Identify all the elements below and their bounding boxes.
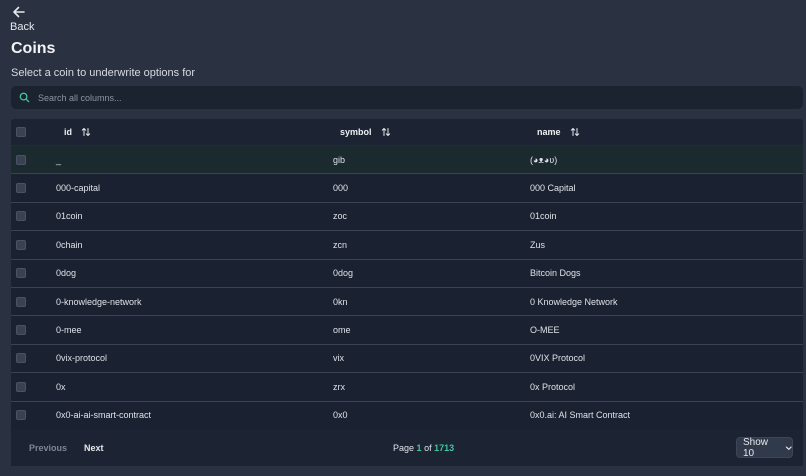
table-row[interactable]: 0-knowledge-network 0kn 0 Knowledge Netw… xyxy=(11,288,803,317)
cell-id: 0x xyxy=(56,381,66,392)
cell-symbol: 0dog xyxy=(333,268,354,279)
cell-name: (◕ᴥ◕ʋ) xyxy=(530,154,558,165)
row-checkbox[interactable] xyxy=(16,410,26,421)
column-header-name[interactable]: name xyxy=(537,127,580,137)
select-all-checkbox[interactable] xyxy=(16,127,26,137)
back-label: Back xyxy=(10,21,35,33)
cell-symbol: vix xyxy=(333,353,344,364)
page-of: of xyxy=(424,442,432,453)
table-row[interactable]: 0-mee ome O-MEE xyxy=(11,316,803,345)
cell-name: 0VIX Protocol xyxy=(530,353,586,364)
cell-id: 0dog xyxy=(56,268,77,279)
table-header: id symbol name xyxy=(11,119,803,146)
column-header-id-label: id xyxy=(64,127,72,137)
row-checkbox[interactable] xyxy=(16,353,26,364)
row-checkbox[interactable] xyxy=(16,211,26,222)
column-header-symbol[interactable]: symbol xyxy=(340,127,391,137)
cell-symbol: ome xyxy=(333,325,351,336)
column-header-name-label: name xyxy=(537,127,561,137)
cell-id: 000-capital xyxy=(56,183,101,194)
cell-symbol: zcn xyxy=(333,239,348,250)
row-checkbox[interactable] xyxy=(16,239,26,250)
cell-name: O-MEE xyxy=(530,325,560,336)
cell-name: 0x Protocol xyxy=(530,381,576,392)
arrow-left-icon xyxy=(13,6,25,18)
row-checkbox[interactable] xyxy=(16,268,26,279)
cell-id: 0x0-ai-ai-smart-contract xyxy=(56,410,152,421)
cell-id: 0vix-protocol xyxy=(56,353,108,364)
search-bar[interactable] xyxy=(11,86,803,109)
column-header-id[interactable]: id xyxy=(64,127,91,137)
cell-name: 0x0.ai: AI Smart Contract xyxy=(530,410,631,421)
cell-id: 0chain xyxy=(56,239,83,250)
row-checkbox[interactable] xyxy=(16,296,26,307)
back-button[interactable]: Back xyxy=(10,4,34,33)
page-indicator: Page 1 of 1713 xyxy=(393,443,454,453)
sort-icon xyxy=(381,128,390,136)
column-header-symbol-label: symbol xyxy=(340,127,372,137)
table-row[interactable]: 0x0-ai-ai-smart-contract 0x0 0x0.ai: AI … xyxy=(11,402,803,429)
page-prefix: Page xyxy=(393,442,415,453)
row-checkbox[interactable] xyxy=(16,381,26,392)
sort-icon xyxy=(81,128,91,136)
cell-name: 01coin xyxy=(530,211,557,222)
table-row[interactable]: 0vix-protocol vix 0VIX Protocol xyxy=(11,345,803,374)
coins-table: id symbol name _ gib (◕ᴥ◕ʋ) 000-capital … xyxy=(11,119,803,429)
search-input[interactable] xyxy=(38,92,738,103)
table-row[interactable]: 01coin zoc 01coin xyxy=(11,203,803,232)
current-page: 1 xyxy=(416,442,422,453)
cell-id: 0-knowledge-network xyxy=(56,296,142,307)
cell-name: 0 Knowledge Network xyxy=(530,296,618,307)
cell-id: 0-mee xyxy=(56,325,82,336)
table-row[interactable]: 0chain zcn Zus xyxy=(11,231,803,260)
pagination-bar: Previous Next Page 1 of 1713 Show 10 xyxy=(11,429,803,466)
table-row[interactable]: _ gib (◕ᴥ◕ʋ) xyxy=(11,146,803,175)
cell-symbol: zoc xyxy=(333,211,348,222)
table-row[interactable]: 0dog 0dog Bitcoin Dogs xyxy=(11,260,803,288)
cell-name: Zus xyxy=(530,239,546,250)
table-row[interactable]: 000-capital 000 000 Capital xyxy=(11,174,803,203)
page-size-select[interactable]: Show 10 xyxy=(736,436,793,459)
cell-id: 01coin xyxy=(56,211,83,222)
next-button[interactable]: Next xyxy=(84,443,104,453)
cell-id: _ xyxy=(56,154,62,165)
row-checkbox[interactable] xyxy=(16,154,26,165)
chevron-down-icon xyxy=(785,446,792,450)
cell-symbol: 0x0 xyxy=(333,410,348,421)
cell-name: Bitcoin Dogs xyxy=(530,268,581,279)
cell-symbol: zrx xyxy=(333,381,345,392)
row-checkbox[interactable] xyxy=(16,183,26,194)
cell-symbol: 0kn xyxy=(333,296,348,307)
table-row[interactable]: 0x zrx 0x Protocol xyxy=(11,373,803,402)
cell-symbol: gib xyxy=(333,154,346,165)
search-icon xyxy=(19,92,30,103)
sort-icon xyxy=(570,128,579,136)
total-pages: 1713 xyxy=(434,442,455,453)
cell-name: 000 Capital xyxy=(530,183,576,194)
page-title: Coins xyxy=(11,40,56,57)
previous-button[interactable]: Previous xyxy=(29,443,67,453)
page-size-label: Show 10 xyxy=(743,436,769,459)
cell-symbol: 000 xyxy=(333,183,349,194)
page-subtitle: Select a coin to underwrite options for xyxy=(11,67,196,79)
row-checkbox[interactable] xyxy=(16,325,26,336)
